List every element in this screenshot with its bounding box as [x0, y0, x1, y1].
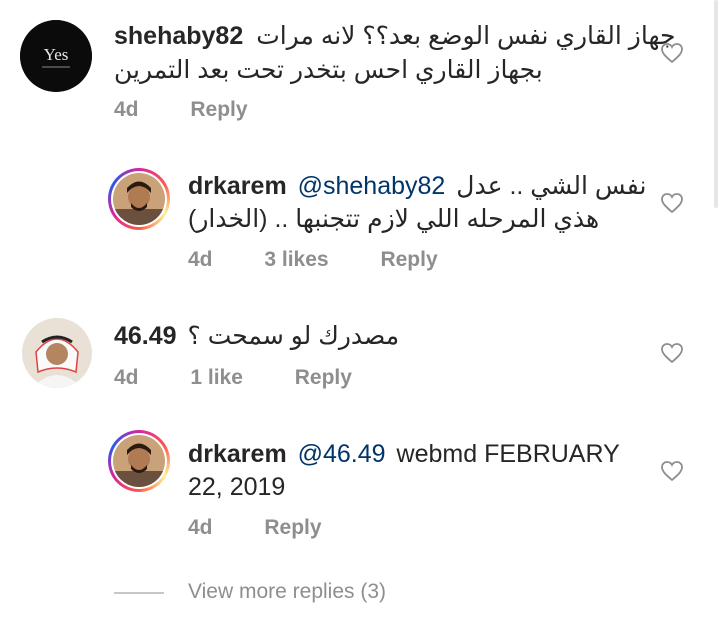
likes-count[interactable]: 3 likes: [264, 248, 328, 271]
like-button[interactable]: [660, 192, 684, 214]
like-button[interactable]: [660, 342, 684, 364]
avatar: [113, 435, 165, 487]
reply-button[interactable]: Reply: [264, 516, 321, 539]
avatar-text: Yes: [44, 45, 69, 64]
like-button[interactable]: [660, 42, 684, 64]
reply-button[interactable]: Reply: [380, 248, 437, 271]
scrollbar[interactable]: [714, 0, 718, 208]
heart-outline-icon: [661, 193, 683, 214]
timestamp: 4d: [114, 98, 139, 121]
heart-outline-icon: [661, 461, 683, 482]
comment-line: جهاز القاري نفس الوضع بعد؟؟ لانه مرات: [256, 22, 676, 50]
story-ring[interactable]: [108, 168, 170, 230]
yes-logo-icon: Yes: [20, 20, 92, 92]
comment-line: مصدرك لو سمحت ؟: [187, 322, 400, 350]
heart-outline-icon: [661, 343, 683, 364]
view-more-replies-button[interactable]: View more replies (3): [188, 580, 386, 604]
avatar: [113, 173, 165, 225]
divider: [114, 592, 164, 594]
timestamp: 4d: [188, 516, 213, 539]
comment-text: 46.49 مصدرك لو سمحت ؟: [114, 320, 399, 353]
username[interactable]: drkarem: [188, 440, 287, 468]
user-photo-icon: [113, 435, 165, 487]
timestamp: 4d: [114, 366, 139, 389]
story-ring[interactable]: [108, 430, 170, 492]
comment-meta: 4d Reply: [114, 98, 294, 122]
like-button[interactable]: [660, 460, 684, 482]
comment-text: drkarem @shehaby82 نفس الشي .. عدل: [188, 170, 646, 203]
comment-meta: 4d 1 like Reply: [114, 366, 398, 390]
comment-meta: 4d Reply: [188, 516, 368, 540]
user-photo-icon: [22, 318, 92, 388]
comment-text: drkarem @46.49 webmd FEBRUARY: [188, 438, 620, 471]
comment-meta: 4d 3 likes Reply: [188, 248, 484, 272]
comment-text: shehaby82 جهاز القاري نفس الوضع بعد؟؟ لا…: [114, 20, 675, 53]
comment-line: 22, 2019: [188, 473, 286, 501]
likes-count[interactable]: 1 like: [190, 366, 243, 389]
reply-button[interactable]: Reply: [190, 98, 247, 121]
comment-line: هذي المرحله اللي لازم تتجنبها .. (الخدار…: [188, 205, 600, 233]
user-photo-icon: [113, 173, 165, 225]
heart-outline-icon: [661, 43, 683, 64]
comment-line: نفس الشي .. عدل: [456, 172, 647, 200]
reply-button[interactable]: Reply: [295, 366, 352, 389]
username[interactable]: 46.49: [114, 322, 177, 350]
mention-link[interactable]: @shehaby82: [298, 172, 446, 200]
comment-line: بجهاز القاري احس بتخدر تحت بعد التمرين: [114, 56, 543, 84]
avatar[interactable]: Yes: [20, 20, 92, 92]
comment-line: webmd FEBRUARY: [396, 440, 620, 468]
timestamp: 4d: [188, 248, 213, 271]
username[interactable]: shehaby82: [114, 22, 243, 50]
avatar[interactable]: [22, 318, 92, 388]
username[interactable]: drkarem: [188, 172, 287, 200]
mention-link[interactable]: @46.49: [298, 440, 386, 468]
